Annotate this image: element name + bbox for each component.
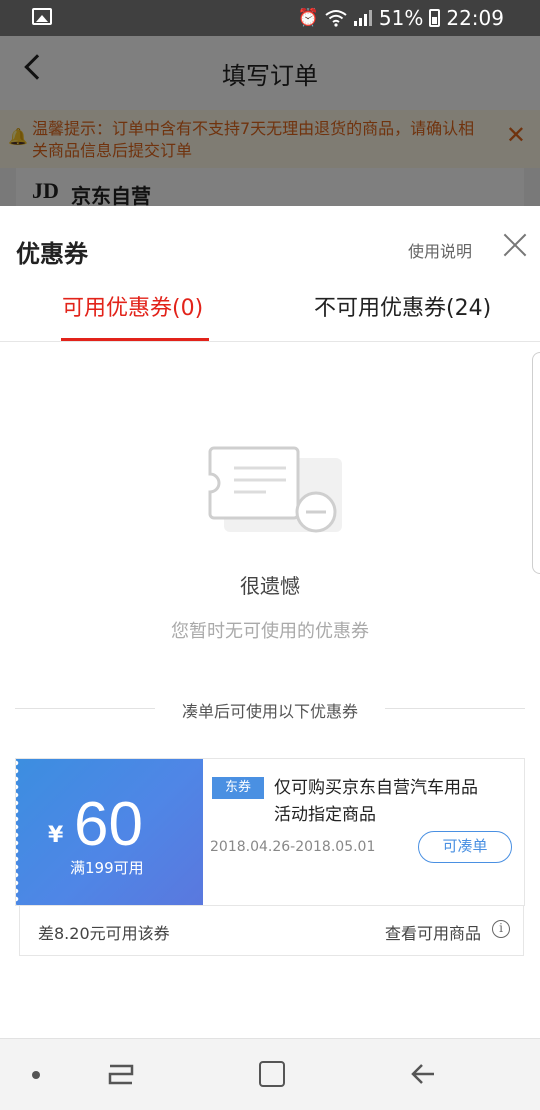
- tab-unavailable-coupons[interactable]: 不可用优惠券(24): [314, 290, 491, 322]
- coupon-card[interactable]: ¥ 60 满199可用 东券 仅可购买京东自营汽车用品活动指定商品 2018.0…: [15, 758, 525, 906]
- currency-symbol: ¥: [48, 823, 64, 848]
- battery-percent: 51%: [378, 6, 424, 30]
- wifi-icon: [325, 10, 347, 27]
- coupon-description-text: 仅可购买京东自营汽车用品活动指定商品: [274, 778, 478, 825]
- add-on-order-button[interactable]: 可凑单: [418, 831, 512, 863]
- coupon-description: 仅可购买京东自营汽车用品活动指定商品: [274, 775, 494, 829]
- side-scroll-handle[interactable]: [532, 352, 540, 574]
- info-icon[interactable]: i: [492, 920, 510, 938]
- signal-icon: [353, 10, 372, 26]
- coupon-amount: 60: [74, 790, 143, 859]
- nav-dot-indicator: [32, 1071, 40, 1079]
- status-bar: ⏰ 51% 22:09: [0, 0, 540, 36]
- empty-state-subtitle: 您暂时无可使用的优惠券: [171, 621, 369, 642]
- empty-state-title: 很遗憾: [240, 574, 300, 598]
- coupon-sheet: 优惠券 使用说明 可用优惠券(0) 不可用优惠券(24) 很遗憾 您暂时无可使用…: [0, 206, 540, 1038]
- sheet-title: 优惠券: [16, 240, 88, 268]
- system-nav-bar: [0, 1038, 540, 1110]
- coupon-date-range: 2018.04.26-2018.05.01: [210, 839, 376, 855]
- usage-instructions-link[interactable]: 使用说明: [408, 238, 472, 262]
- coupon-tabs: 可用优惠券(0) 不可用优惠券(24): [0, 270, 540, 342]
- tab-available-coupons[interactable]: 可用优惠券(0): [62, 290, 203, 322]
- coupon-threshold: 满199可用: [70, 859, 144, 877]
- coupon-serrated-edge: [16, 759, 20, 905]
- coupon-value-panel: ¥ 60 满199可用: [16, 759, 203, 905]
- close-icon[interactable]: [502, 232, 528, 258]
- alarm-icon: ⏰: [297, 7, 319, 28]
- back-icon[interactable]: [410, 1061, 436, 1087]
- active-tab-indicator: [61, 338, 209, 341]
- recent-apps-icon[interactable]: [108, 1063, 134, 1087]
- empty-coupon-icon: [208, 446, 342, 533]
- clock: 22:09: [446, 6, 504, 30]
- battery-icon: [429, 9, 441, 27]
- home-icon[interactable]: [259, 1061, 285, 1087]
- modal-overlay[interactable]: [0, 36, 540, 206]
- coupon-type-badge: 东券: [212, 777, 264, 799]
- section-divider-label: 凑单后可使用以下优惠券: [181, 702, 358, 721]
- coupon-shortfall: 差8.20元可用该券: [38, 924, 170, 943]
- coupon-footer: 差8.20元可用该券 查看可用商品 i: [19, 906, 524, 956]
- image-notification-icon: [32, 8, 52, 25]
- view-eligible-products-link[interactable]: 查看可用商品: [385, 920, 481, 944]
